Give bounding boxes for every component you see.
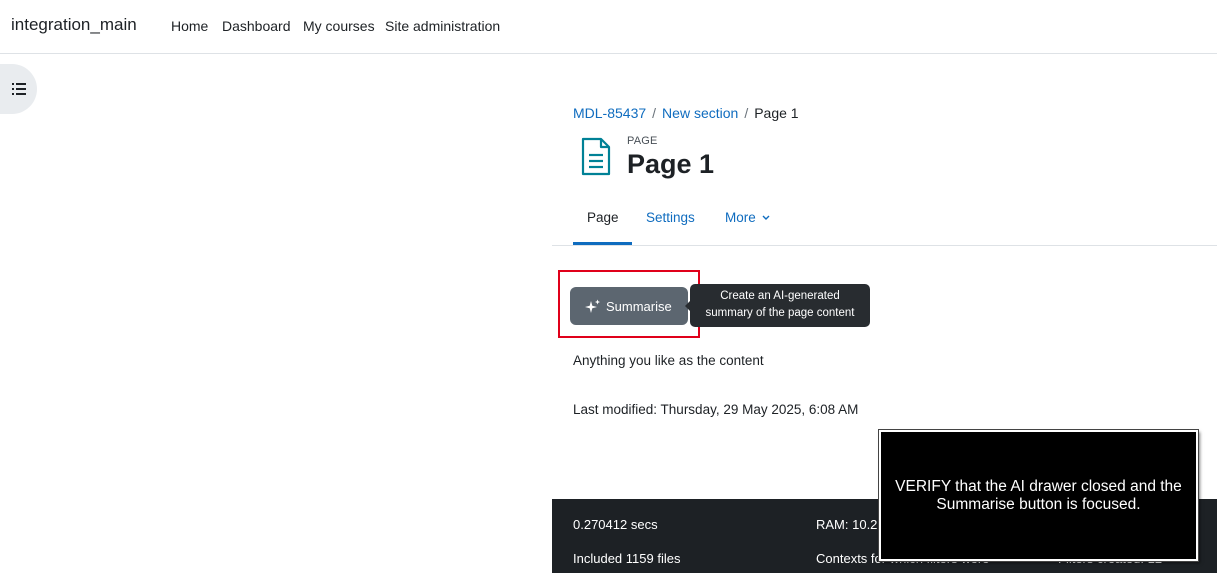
nav-home-link[interactable]: Home <box>171 18 208 34</box>
site-brand[interactable]: integration_main <box>11 15 137 35</box>
footer-ram: RAM: 10.2 <box>816 517 878 532</box>
last-modified-text: Last modified: Thursday, 29 May 2025, 6:… <box>573 402 859 417</box>
tab-settings[interactable]: Settings <box>646 210 695 225</box>
tab-more[interactable]: More <box>725 210 770 225</box>
list-icon <box>11 83 26 95</box>
nav-my-courses-link[interactable]: My courses <box>303 18 375 34</box>
sparkle-icon <box>585 299 600 313</box>
tooltip-line: summary of the page content <box>705 307 855 319</box>
breadcrumb-section-link[interactable]: New section <box>662 105 738 121</box>
activity-type-label: PAGE <box>627 135 658 147</box>
footer-included-files: Included 1159 files <box>573 551 681 566</box>
verification-message: VERIFY that the AI drawer closed and the… <box>895 477 1182 513</box>
tab-more-label: More <box>725 210 756 225</box>
chevron-down-icon <box>762 215 770 221</box>
breadcrumb-separator: / <box>744 105 749 121</box>
top-navbar: integration_main Home Dashboard My cours… <box>0 0 1217 54</box>
test-verification-overlay: VERIFY that the AI drawer closed and the… <box>878 429 1199 562</box>
tooltip-line: Create an AI-generated <box>720 290 840 302</box>
breadcrumb: MDL-85437 / New section / Page 1 <box>573 105 799 121</box>
active-tab-indicator <box>573 242 632 245</box>
secondary-navigation: Page Settings More <box>552 198 1217 246</box>
nav-site-administration-link[interactable]: Site administration <box>385 18 500 34</box>
page-title: Page 1 <box>627 149 715 179</box>
summarise-button-label: Summarise <box>606 298 672 314</box>
summarise-button[interactable]: Summarise <box>570 287 688 325</box>
summarise-tooltip: Create an AI-generated summary of the pa… <box>685 284 870 327</box>
breadcrumb-separator: / <box>652 105 657 121</box>
page-document-icon <box>581 137 611 176</box>
tab-page[interactable]: Page <box>587 210 619 225</box>
nav-dashboard-link[interactable]: Dashboard <box>222 18 291 34</box>
footer-secs: 0.270412 secs <box>573 517 658 532</box>
breadcrumb-current: Page 1 <box>754 105 799 121</box>
breadcrumb-course-link[interactable]: MDL-85437 <box>573 105 646 121</box>
course-index-toggle-button[interactable] <box>0 64 37 114</box>
page-content-text: Anything you like as the content <box>573 353 764 368</box>
